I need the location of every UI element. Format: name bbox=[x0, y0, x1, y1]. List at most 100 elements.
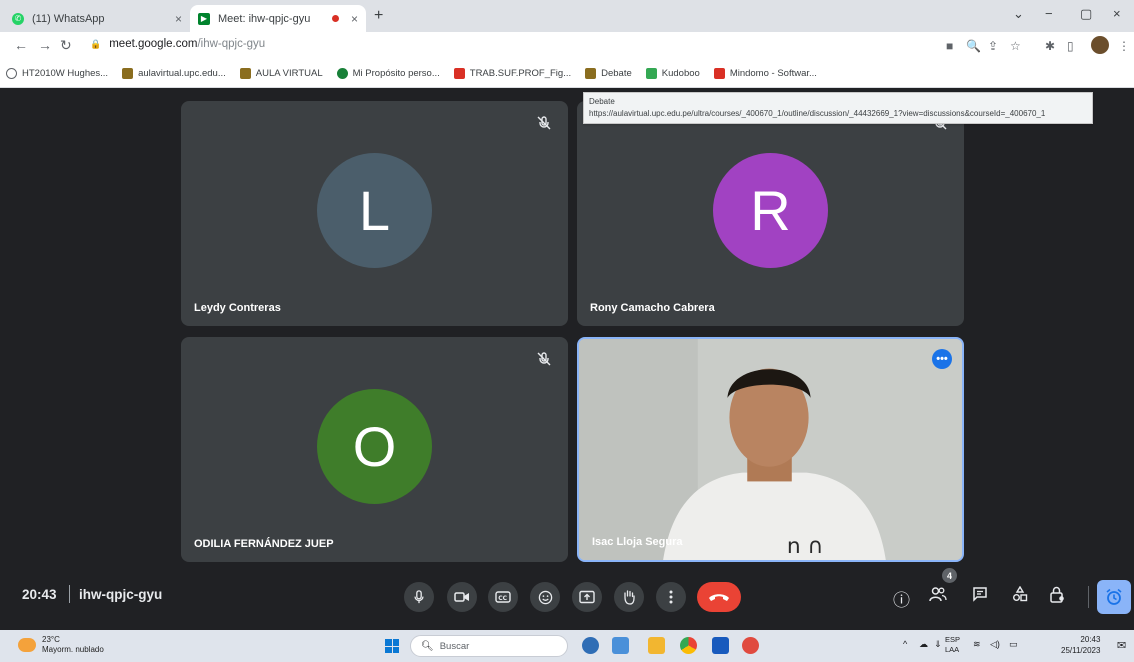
word-icon[interactable] bbox=[712, 637, 729, 654]
participant-tile-leydy[interactable]: L Leydy Contreras bbox=[181, 101, 568, 326]
people-icon[interactable] bbox=[929, 586, 947, 607]
wifi-icon[interactable]: ≋ bbox=[973, 639, 981, 650]
extensions-icon[interactable]: ✱ bbox=[1045, 39, 1055, 53]
raise-hand-icon bbox=[624, 590, 635, 605]
bookmark-item[interactable]: AULA VIRTUAL bbox=[239, 68, 323, 79]
browser-toolbar: ← → ↻ 🔒 meet.google.com/ihw-qpjc-gyu ■ 🔍… bbox=[0, 32, 1134, 60]
timer-extension-button[interactable] bbox=[1097, 580, 1131, 614]
participant-tile-odilia[interactable]: O ODILIA FERNÁNDEZ JUEP bbox=[181, 337, 568, 562]
share-icon[interactable]: ⇪ bbox=[988, 39, 998, 53]
emoji-reaction-button[interactable] bbox=[530, 582, 560, 612]
new-tab-button[interactable]: + bbox=[374, 7, 383, 25]
meeting-time: 20:43 bbox=[22, 587, 57, 602]
avatar: O bbox=[317, 389, 432, 504]
whatsapp-icon: ✆ bbox=[12, 12, 24, 25]
bookmark-item[interactable]: Mindomo - Softwar... bbox=[713, 68, 817, 79]
tab-title: (11) WhatsApp bbox=[32, 12, 105, 25]
usb-icon[interactable]: ⇓ bbox=[934, 639, 942, 650]
participant-name: Isac Lloja Segura bbox=[592, 536, 683, 548]
host-controls-icon[interactable] bbox=[1049, 586, 1065, 608]
meeting-code: ihw-qpjc-gyu bbox=[79, 587, 163, 602]
alarm-clock-icon bbox=[1106, 588, 1122, 605]
kebab-menu-icon bbox=[669, 590, 673, 604]
recording-indicator-icon bbox=[331, 15, 339, 22]
weather-cloud-icon bbox=[18, 638, 36, 652]
microphone-button[interactable] bbox=[404, 582, 434, 612]
close-tab-icon[interactable]: × bbox=[351, 12, 358, 26]
camera-button[interactable] bbox=[447, 582, 477, 612]
bookmark-item[interactable]: TRAB.SUF.PROF_Fig... bbox=[453, 68, 571, 79]
volume-icon[interactable]: ◁) bbox=[990, 639, 1000, 650]
camera-icon bbox=[454, 592, 469, 602]
cloud-icon[interactable]: ☁ bbox=[919, 639, 928, 650]
forward-arrow-icon[interactable]: → bbox=[38, 37, 52, 53]
zoom-icon[interactable]: 🔍 bbox=[966, 39, 981, 53]
lock-icon: 🔒 bbox=[90, 38, 102, 49]
bookmark-favicon-icon bbox=[453, 68, 465, 79]
more-options-button[interactable] bbox=[656, 582, 686, 612]
browser-tab-strip: ✆ (11) WhatsApp × ▶ Meet: ihw-qpjc-gyu ×… bbox=[0, 0, 1134, 32]
svg-text:CC: CC bbox=[498, 595, 507, 602]
participant-name: ODILIA FERNÁNDEZ JUEP bbox=[194, 538, 334, 550]
close-tab-icon[interactable]: × bbox=[175, 12, 182, 26]
battery-icon[interactable]: ▭ bbox=[1009, 639, 1018, 650]
bookmark-item[interactable]: Debate bbox=[585, 68, 632, 79]
svg-text:n ∩: n ∩ bbox=[787, 534, 824, 559]
chrome-icon[interactable] bbox=[680, 637, 697, 654]
meet-icon: ▶ bbox=[198, 12, 210, 25]
weather-desc: Mayorm. nublado bbox=[42, 645, 104, 654]
taskbar-app-icon[interactable] bbox=[742, 637, 759, 654]
avatar: L bbox=[317, 153, 432, 268]
windows-start-icon[interactable] bbox=[385, 639, 399, 653]
activities-icon[interactable] bbox=[1012, 585, 1028, 607]
chevron-up-icon[interactable]: ^ bbox=[903, 639, 907, 649]
file-explorer-icon[interactable] bbox=[648, 637, 665, 654]
tab-whatsapp[interactable]: ✆ (11) WhatsApp × bbox=[4, 5, 190, 32]
reload-icon[interactable]: ↻ bbox=[60, 37, 72, 54]
menu-kebab-icon[interactable]: ⋮ bbox=[1118, 39, 1130, 53]
bookmark-item[interactable]: Kudoboo bbox=[645, 68, 700, 79]
divider bbox=[69, 585, 70, 603]
side-panel-icon[interactable]: ▯ bbox=[1067, 39, 1074, 53]
participant-tile-rony[interactable]: R Rony Camacho Cabrera bbox=[577, 101, 964, 326]
divider bbox=[1088, 586, 1089, 608]
chat-icon[interactable] bbox=[972, 586, 988, 607]
bookmark-tooltip: Debate https://aulavirtual.upc.edu.pe/ul… bbox=[583, 92, 1093, 124]
taskbar-app-icon[interactable] bbox=[582, 637, 599, 654]
maximize-button[interactable]: ▢ bbox=[1080, 6, 1092, 22]
back-arrow-icon[interactable]: ← bbox=[14, 37, 28, 53]
participant-name: Rony Camacho Cabrera bbox=[590, 302, 715, 314]
url-host: meet.google.com bbox=[109, 38, 198, 50]
bookmark-favicon-icon bbox=[645, 68, 657, 79]
system-clock[interactable]: 20:43 25/11/2023 bbox=[1061, 634, 1100, 656]
notifications-icon[interactable]: ✉ bbox=[1117, 639, 1126, 652]
mic-off-icon bbox=[537, 352, 551, 366]
address-bar[interactable]: 🔒 meet.google.com/ihw-qpjc-gyu bbox=[90, 38, 265, 50]
bookmark-item[interactable]: HT2010W Hughes... bbox=[6, 68, 108, 79]
more-options-button[interactable]: ••• bbox=[932, 349, 952, 369]
bookmark-item[interactable]: Mi Propósito perso... bbox=[336, 68, 440, 79]
bookmark-favicon-icon bbox=[6, 68, 17, 79]
meeting-info-icon[interactable]: ⓘ bbox=[893, 586, 910, 611]
bookmark-star-icon[interactable]: ☆ bbox=[1010, 39, 1021, 53]
close-window-button[interactable]: × bbox=[1113, 6, 1121, 21]
leave-call-button[interactable] bbox=[697, 582, 741, 612]
minimize-button[interactable]: − bbox=[1045, 6, 1053, 21]
meet-stage: L Leydy Contreras R Rony Camacho Cabrera… bbox=[0, 89, 1134, 629]
mic-off-icon bbox=[537, 116, 551, 130]
participant-tile-isac[interactable]: n ∩ ••• Isac Lloja Segura bbox=[577, 337, 964, 562]
raise-hand-button[interactable] bbox=[614, 582, 644, 612]
tab-meet[interactable]: ▶ Meet: ihw-qpjc-gyu × bbox=[190, 5, 366, 32]
present-screen-button[interactable] bbox=[572, 582, 602, 612]
taskbar-search-box[interactable]: 🔍︎ Buscar bbox=[410, 635, 568, 657]
weather-widget[interactable]: 23°C Mayorm. nublado bbox=[18, 635, 104, 655]
teams-icon[interactable] bbox=[612, 637, 629, 654]
captions-icon: CC bbox=[495, 591, 511, 603]
captions-button[interactable]: CC bbox=[488, 582, 518, 612]
language-indicator[interactable]: ESP LAA bbox=[945, 635, 960, 655]
bookmark-item[interactable]: aulavirtual.upc.edu... bbox=[122, 68, 226, 79]
present-screen-icon bbox=[579, 590, 595, 604]
camera-indicator-icon[interactable]: ■ bbox=[946, 39, 953, 53]
tab-search-icon[interactable]: ⌄ bbox=[1013, 6, 1024, 22]
profile-avatar[interactable] bbox=[1091, 36, 1109, 54]
